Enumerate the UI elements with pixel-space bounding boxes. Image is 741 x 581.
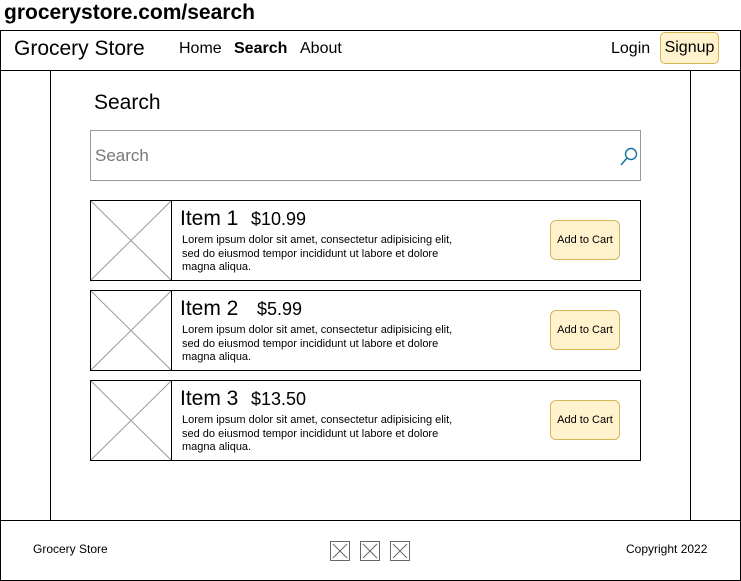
nav-link-home[interactable]: Home: [179, 40, 222, 58]
search-icon[interactable]: [619, 146, 639, 168]
nav-link-search[interactable]: Search: [234, 40, 287, 58]
item-price: $13.50: [251, 389, 307, 409]
search-input[interactable]: [95, 131, 605, 180]
nav-link-about[interactable]: About: [300, 40, 342, 58]
image-placeholder-icon: [91, 381, 172, 460]
page-title: Search: [94, 91, 161, 114]
result-item: Item 2 $5.99 Lorem ipsum dolor sit amet,…: [90, 290, 641, 371]
item-description: Lorem ipsum dolor sit amet, consectetur …: [182, 324, 453, 363]
item-description: Lorem ipsum dolor sit amet, consectetur …: [182, 234, 453, 273]
url-text: grocerystore.com/search: [4, 1, 255, 24]
item-name: Item 1: [180, 207, 239, 230]
item-name: Item 2: [180, 297, 239, 320]
result-item: Item 3 $13.50 Lorem ipsum dolor sit amet…: [90, 380, 641, 461]
image-placeholder-icon: [91, 201, 172, 280]
signup-button[interactable]: Signup: [660, 32, 719, 64]
site-brand[interactable]: Grocery Store: [14, 37, 145, 61]
result-item: Item 1 $10.99 Lorem ipsum dolor sit amet…: [90, 200, 641, 281]
add-to-cart-button[interactable]: Add to Cart: [550, 220, 620, 260]
add-to-cart-button[interactable]: Add to Cart: [550, 400, 620, 440]
social-icon[interactable]: [390, 541, 410, 561]
add-to-cart-button[interactable]: Add to Cart: [550, 310, 620, 350]
footer-brand: Grocery Store: [33, 542, 108, 556]
search-bar: [90, 130, 641, 181]
social-icon[interactable]: [330, 541, 350, 561]
item-price: $10.99: [251, 209, 307, 229]
image-placeholder-icon: [91, 291, 172, 370]
top-navbar: Grocery Store Home Search About Login Si…: [0, 30, 741, 71]
item-description: Lorem ipsum dolor sit amet, consectetur …: [182, 414, 453, 453]
item-price: $5.99: [257, 299, 303, 319]
login-link[interactable]: Login: [611, 40, 650, 58]
copyright-text: Copyright 2022: [626, 542, 708, 556]
social-icon[interactable]: [360, 541, 380, 561]
page-footer: Grocery Store Copyright 2022: [0, 520, 741, 581]
item-name: Item 3: [180, 387, 239, 410]
